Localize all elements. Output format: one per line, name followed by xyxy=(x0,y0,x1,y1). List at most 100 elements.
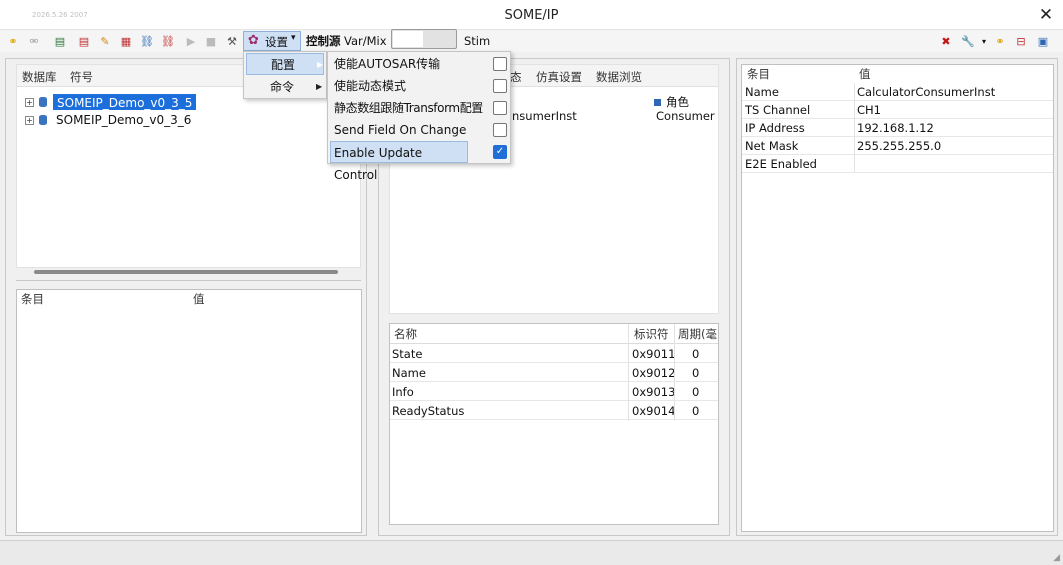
property-row[interactable]: E2E Enabled xyxy=(742,155,1053,173)
play-icon[interactable]: ▶ xyxy=(183,33,199,49)
consumer-instance-name[interactable]: nsumerInst xyxy=(512,109,577,123)
resize-grip-icon[interactable]: ◢ xyxy=(1053,553,1060,563)
column-header-item: 条目 xyxy=(21,292,44,306)
menu-item-label: 静态数组跟随Transform配置 xyxy=(334,101,483,115)
signal-period: 0 xyxy=(692,385,700,399)
tree-item-demo-036[interactable]: + SOMEIP_Demo_v0_3_6 xyxy=(25,111,194,129)
signal-id: 0x9012 xyxy=(632,366,676,380)
settings-menu: 配置 ▶ 命令 ▶ xyxy=(243,51,327,99)
tree-item-demo-035[interactable]: + SOMEIP_Demo_v0_3_5 xyxy=(25,93,197,111)
chevron-down-icon[interactable]: ▾ xyxy=(976,33,992,49)
unlink-icon[interactable]: ⛓ xyxy=(160,33,176,49)
dynamic-mode-checkbox[interactable] xyxy=(493,79,507,93)
sort-icon xyxy=(654,98,661,106)
window-close-icon[interactable]: ⊟ xyxy=(1013,33,1029,49)
stim-label: Stim xyxy=(464,34,491,48)
database-add-icon[interactable]: ▤ xyxy=(52,33,68,49)
var-mix-stim-toggle[interactable] xyxy=(391,29,457,49)
property-row[interactable]: TS Channel CH1 xyxy=(742,101,1053,119)
signal-period: 0 xyxy=(692,347,700,361)
menu-item-enable-dynamic[interactable]: 使能动态模式 xyxy=(330,75,508,97)
horizontal-scrollbar[interactable] xyxy=(34,270,338,274)
right-panel: 条目 值 Name CalculatorConsumerInst TS Chan… xyxy=(736,58,1058,536)
signal-table-header: 名称 标识符 周期(毫 xyxy=(390,324,718,344)
menu-item-label: 使能动态模式 xyxy=(334,79,407,93)
menu-item-command[interactable]: 命令 ▶ xyxy=(246,76,324,98)
column-divider xyxy=(628,324,629,421)
menu-item-enable-autosar[interactable]: 使能AUTOSAR传输 xyxy=(330,53,508,75)
tab-dynamic[interactable]: 态 xyxy=(510,69,522,85)
update-control-checkbox[interactable]: ✓ xyxy=(493,145,507,159)
menu-item-label: 命令 xyxy=(270,80,295,94)
property-key: IP Address xyxy=(745,121,805,135)
tab-database[interactable]: 数据库 xyxy=(22,69,57,85)
menu-item-send-field[interactable]: Send Field On Change xyxy=(330,119,508,141)
signal-name: State xyxy=(392,347,423,361)
property-value: 192.168.1.12 xyxy=(857,121,934,135)
property-row[interactable]: Net Mask 255.255.255.0 xyxy=(742,137,1053,155)
static-array-checkbox[interactable] xyxy=(493,101,507,115)
property-key: TS Channel xyxy=(745,103,811,117)
menu-item-label: Enable Update Control xyxy=(334,146,423,182)
autosar-checkbox[interactable] xyxy=(493,57,507,71)
config-submenu: 使能AUTOSAR传输 使能动态模式 静态数组跟随Transform配置 Sen… xyxy=(327,51,511,182)
tree-item-label: SOMEIP_Demo_v0_3_6 xyxy=(56,113,192,127)
signal-name: Info xyxy=(392,385,414,399)
gear-icon: ✿ xyxy=(248,33,259,48)
signal-id: 0x9014 xyxy=(632,404,676,418)
table-row[interactable]: State 0x9011 0 xyxy=(390,345,718,363)
signal-id: 0x9013 xyxy=(632,385,676,399)
consumer-role: Consumer xyxy=(656,109,715,123)
database-icon xyxy=(39,115,47,125)
expand-icon[interactable]: + xyxy=(25,97,34,107)
menu-item-static-array[interactable]: 静态数组跟随Transform配置 xyxy=(330,97,508,119)
table-row[interactable]: Name 0x9012 0 xyxy=(390,364,718,382)
signal-id: 0x9011 xyxy=(632,347,676,361)
signal-name: ReadyStatus xyxy=(392,404,465,418)
disconnect-icon[interactable]: ⚮ xyxy=(26,33,42,49)
column-header-item: 条目 xyxy=(747,67,770,81)
connect-icon[interactable]: ⚭ xyxy=(992,33,1008,49)
send-field-checkbox[interactable] xyxy=(493,123,507,137)
property-row[interactable]: IP Address 192.168.1.12 xyxy=(742,119,1053,137)
close-icon[interactable]: ✕ xyxy=(1036,4,1056,26)
database-icon xyxy=(39,97,47,107)
property-key: Name xyxy=(745,85,779,99)
tab-simulation-settings[interactable]: 仿真设置 xyxy=(536,69,582,85)
table-row[interactable]: ReadyStatus 0x9014 0 xyxy=(390,402,718,420)
connect-icon[interactable]: ⚭ xyxy=(5,33,21,49)
property-value: CalculatorConsumerInst xyxy=(857,85,996,99)
menu-item-config[interactable]: 配置 ▶ xyxy=(246,53,324,75)
property-row[interactable]: Name CalculatorConsumerInst xyxy=(742,83,1053,101)
toolbar: ⚭ ⚮ ▤ ▤ ✎ ▦ ⛓ ⛓ ▶ ■ ⚒ ✿ 设置 ▾ 控制源 Var/Mix… xyxy=(0,30,1063,52)
menu-item-enable-update-control[interactable]: Enable Update Control xyxy=(330,141,468,182)
delete-icon[interactable]: ✖ xyxy=(938,33,954,49)
expand-icon[interactable]: + xyxy=(25,115,34,125)
splitter[interactable] xyxy=(16,280,361,282)
tab-data-browse[interactable]: 数据浏览 xyxy=(596,69,642,85)
layout-icon[interactable]: ▣ xyxy=(1035,33,1051,49)
pin-icon[interactable]: ⚒ xyxy=(224,33,240,49)
role-header-label: 角色 xyxy=(666,95,689,109)
role-column-header: 角色 xyxy=(654,94,689,110)
database-remove-icon[interactable]: ▤ xyxy=(76,33,92,49)
chevron-down-icon: ▾ xyxy=(291,33,296,43)
chevron-right-icon: ▶ xyxy=(317,60,324,69)
settings-button[interactable]: ✿ 设置 ▾ xyxy=(243,31,301,51)
tab-symbol[interactable]: 符号 xyxy=(70,69,93,85)
tree-item-label: SOMEIP_Demo_v0_3_5 xyxy=(53,94,197,110)
settings-label: 设置 xyxy=(265,35,288,49)
stop-icon[interactable]: ■ xyxy=(203,33,219,49)
menu-item-label: 使能AUTOSAR传输 xyxy=(334,57,441,71)
column-header-id: 标识符 xyxy=(634,327,669,341)
column-divider xyxy=(674,324,675,421)
column-header-value: 值 xyxy=(859,67,871,81)
link-icon[interactable]: ⛓ xyxy=(139,33,155,49)
edit-icon[interactable]: ✎ xyxy=(97,33,113,49)
left-panel: 数据库 符号 + SOMEIP_Demo_v0_3_5 + SOMEIP_Dem… xyxy=(5,58,367,536)
wrench-icon[interactable]: 🔧 xyxy=(960,33,976,49)
signal-name: Name xyxy=(392,366,426,380)
table-row[interactable]: Info 0x9013 0 xyxy=(390,383,718,401)
status-bar: ◢ xyxy=(0,540,1063,565)
table-icon[interactable]: ▦ xyxy=(118,33,134,49)
